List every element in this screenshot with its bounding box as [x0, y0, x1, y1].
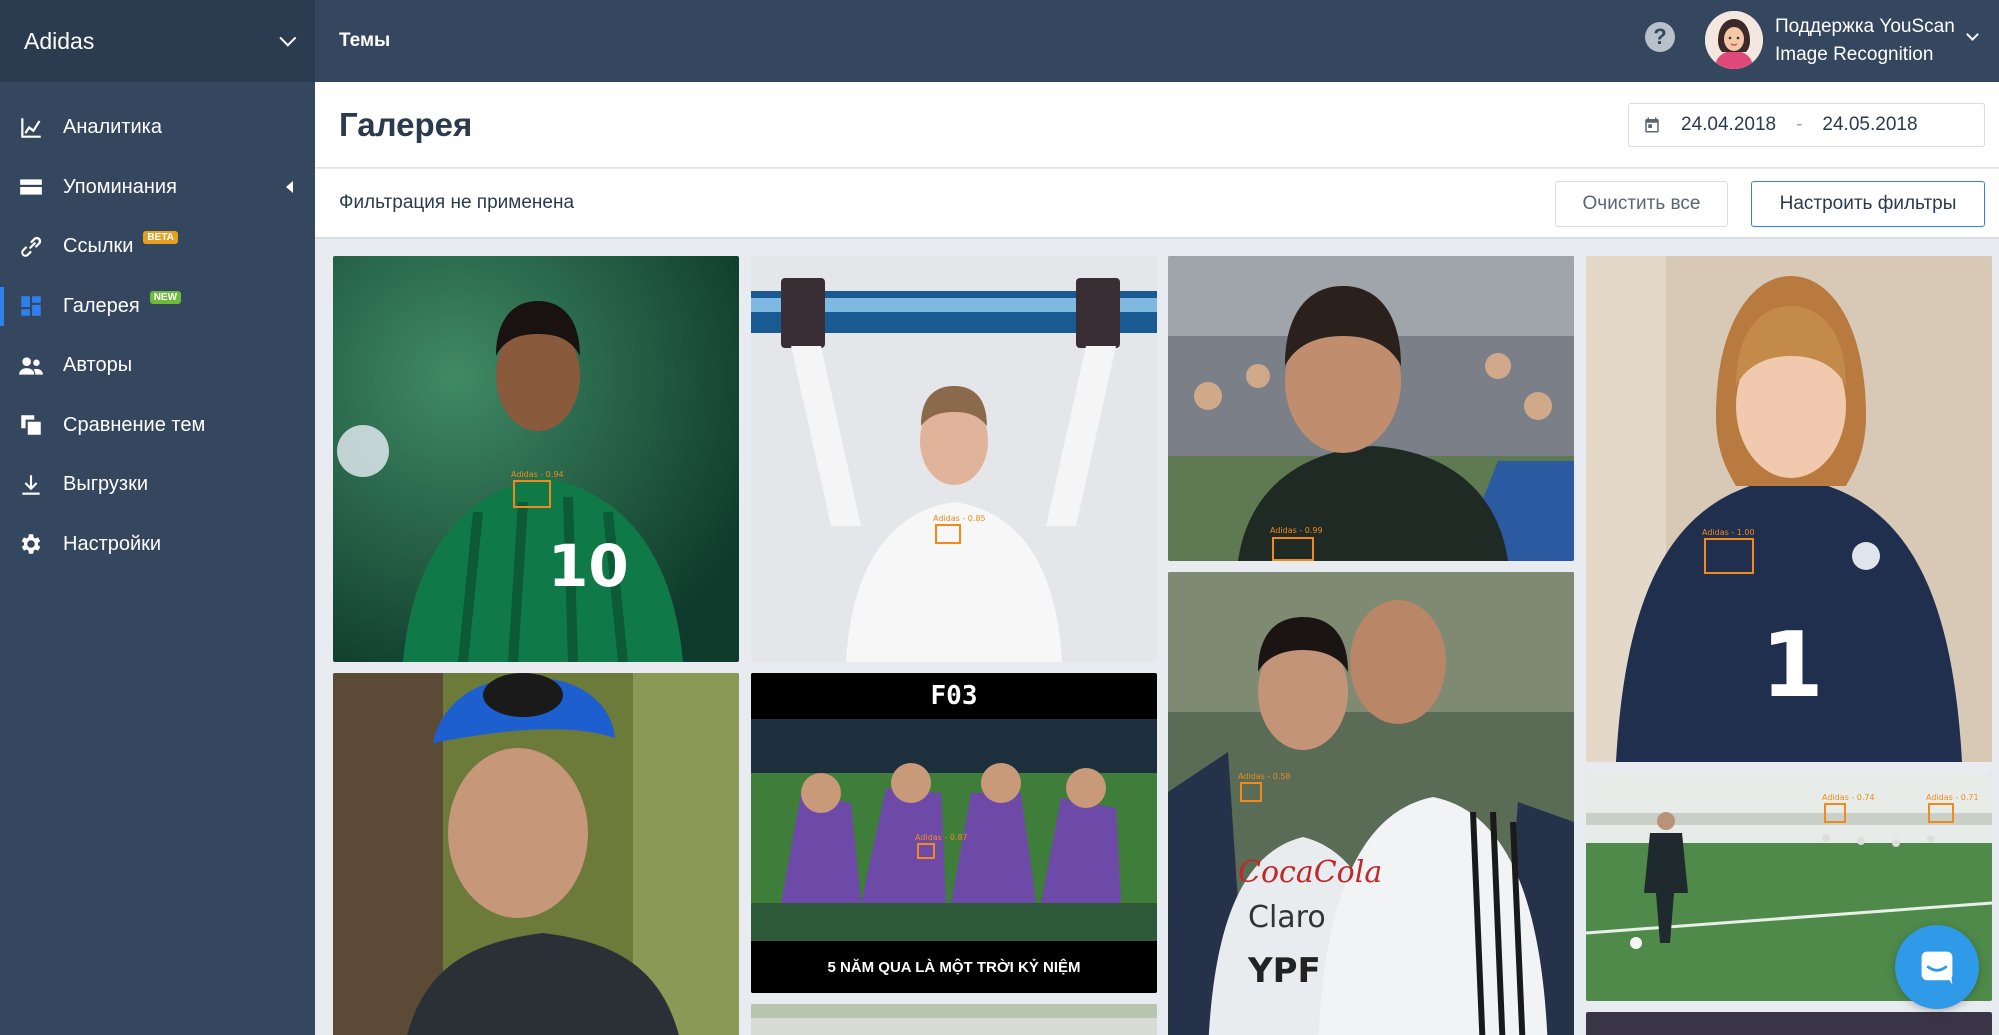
gallery-grid: 10 Adidas - 0.94 Adidas - 0.85 F03 5 NĂM… — [333, 256, 1999, 1035]
sidebar-item-compare[interactable]: Сравнение тем — [0, 396, 315, 456]
chevron-down-icon — [279, 29, 297, 47]
sidebar-item-label: Сравнение тем — [63, 413, 206, 436]
sidebar-item-label: Ссылки — [63, 235, 134, 258]
sidebar-item-label: Настройки — [63, 532, 162, 555]
page-header: Галерея 24.04.2018 - 24.05.2018 — [315, 82, 1999, 168]
filter-status: Фильтрация не применена — [339, 192, 575, 213]
gallery-image[interactable]: Adidas - 0.99 — [1168, 256, 1574, 561]
new-badge: NEW — [149, 290, 182, 304]
gallery-image[interactable] — [751, 1004, 1157, 1035]
calendar-icon — [1645, 117, 1659, 133]
user-subtitle: Image Recognition — [1775, 44, 1934, 65]
sidebar-item-label: Галерея — [63, 294, 140, 317]
meme-caption-top: F03 — [751, 673, 1157, 719]
gallery-image[interactable]: CocaCola Claro YPF Adidas - 0.58 — [1168, 572, 1574, 1035]
sidebar-item-analytics[interactable]: Аналитика — [0, 98, 315, 158]
clear-all-button[interactable]: Очистить все — [1555, 181, 1728, 227]
svg-text:YPF: YPF — [1247, 951, 1321, 991]
adidas-detection-box — [1240, 782, 1262, 802]
download-icon — [18, 472, 44, 498]
authors-icon — [18, 353, 44, 379]
gallery-image[interactable]: F03 5 NĂM QUA LÀ MỘT TRỜI KỶ NIỆM Adidas… — [751, 673, 1157, 993]
svg-text:10: 10 — [548, 532, 629, 600]
beta-badge: BETA — [143, 231, 178, 245]
gallery-image[interactable]: 1 Adidas - 1.00 — [1586, 256, 1992, 762]
sidebar-item-label: Авторы — [63, 354, 133, 377]
help-icon[interactable]: ? — [1645, 22, 1675, 52]
detection-label: Adidas - 0.87 — [915, 833, 968, 842]
configure-filters-button[interactable]: Настроить фильтры — [1751, 181, 1985, 227]
topics-title[interactable]: Темы — [339, 30, 390, 52]
detection-label: Adidas - 0.94 — [511, 470, 564, 479]
svg-text:Claro: Claro — [1248, 900, 1326, 935]
sidebar-item-authors[interactable]: Авторы — [0, 336, 315, 396]
adidas-detection-box — [1272, 537, 1314, 561]
adidas-detection-box — [917, 843, 935, 859]
sidebar-nav: Аналитика Упоминания Ссылки BETA Галерея… — [0, 82, 315, 574]
link-icon — [18, 234, 44, 260]
gallery-icon — [18, 293, 44, 319]
meme-caption-bottom: 5 NĂM QUA LÀ MỘT TRỜI KỶ NIỆM — [751, 941, 1157, 993]
sidebar-item-gallery[interactable]: Галерея NEW — [0, 277, 315, 337]
user-menu[interactable]: Поддержка YouScan Image Recognition — [1775, 13, 1955, 69]
sidebar-item-label: Выгрузки — [63, 473, 148, 496]
user-name: Поддержка YouScan — [1775, 16, 1955, 37]
caret-left-icon — [286, 181, 293, 194]
gallery-image[interactable]: Adidas - 0.85 — [751, 256, 1157, 662]
detection-label: Adidas - 0.99 — [1270, 526, 1323, 535]
chart-line-icon — [18, 115, 44, 141]
svg-text:CocaCola: CocaCola — [1238, 855, 1382, 890]
chat-launcher-button[interactable] — [1895, 925, 1979, 1009]
adidas-detection-box — [1824, 803, 1846, 823]
detection-label: Adidas - 0.71 — [1926, 793, 1979, 802]
date-to[interactable]: 24.05.2018 — [1822, 114, 1917, 136]
detection-label: Adidas - 0.85 — [933, 514, 986, 523]
chat-icon — [1921, 951, 1953, 985]
page-title: Галерея — [339, 106, 473, 143]
avatar[interactable] — [1705, 11, 1763, 69]
date-separator: - — [1796, 114, 1803, 135]
date-from[interactable]: 24.04.2018 — [1681, 114, 1776, 136]
detection-label: Adidas - 0.74 — [1822, 793, 1875, 802]
detection-label: Adidas - 1.00 — [1702, 528, 1755, 537]
adidas-detection-box — [935, 524, 961, 544]
sidebar-item-settings[interactable]: Настройки — [0, 515, 315, 575]
date-range-picker[interactable]: 24.04.2018 - 24.05.2018 — [1628, 103, 1985, 147]
filter-bar: Фильтрация не применена Очистить все Нас… — [315, 169, 1999, 239]
sidebar-item-links[interactable]: Ссылки BETA — [0, 217, 315, 277]
brand-selector[interactable]: Adidas — [0, 0, 315, 82]
sidebar: Adidas Аналитика Упоминания Ссылки BETA — [0, 0, 315, 1035]
sidebar-item-exports[interactable]: Выгрузки — [0, 455, 315, 515]
gallery-image[interactable]: 10 Adidas - 0.94 — [333, 256, 739, 662]
gallery-image[interactable] — [1586, 1012, 1992, 1035]
sidebar-item-label: Аналитика — [63, 116, 162, 139]
detection-label: Adidas - 0.58 — [1238, 772, 1291, 781]
svg-text:1: 1 — [1761, 613, 1824, 718]
sidebar-item-mentions[interactable]: Упоминания — [0, 158, 315, 218]
gear-icon — [18, 531, 44, 557]
adidas-detection-box — [1704, 538, 1754, 574]
gallery-image[interactable] — [333, 673, 739, 1035]
mentions-icon — [18, 174, 44, 200]
compare-icon — [18, 412, 44, 438]
adidas-detection-box — [513, 480, 551, 508]
adidas-detection-box — [1928, 803, 1954, 823]
brand-name: Adidas — [24, 27, 95, 54]
sidebar-item-label: Упоминания — [63, 175, 177, 198]
